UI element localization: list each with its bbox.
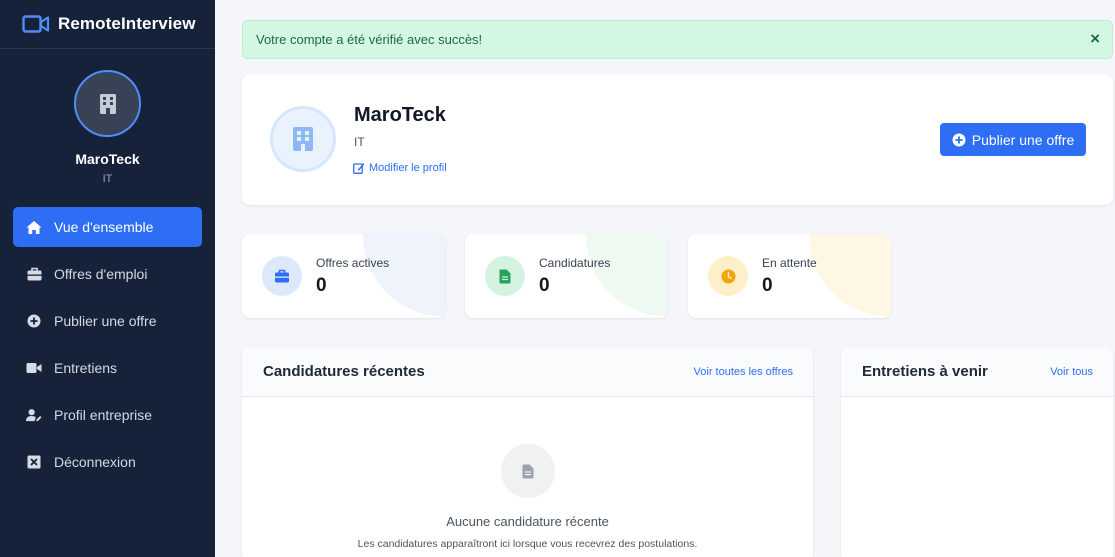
decorative-arc	[363, 234, 445, 316]
recent-applications-panel: Candidatures récentes Voir toutes les of…	[242, 347, 813, 557]
profile-card: MaroTeck IT Modifier le profil Publier u…	[242, 74, 1113, 205]
file-icon	[485, 256, 525, 296]
company-avatar	[270, 106, 336, 172]
sidebar: RemoteInterview MaroTeck IT Vue d'ensemb…	[0, 0, 215, 557]
sidebar-user-name: MaroTeck	[75, 151, 140, 167]
panel-title: Entretiens à venir	[862, 363, 988, 380]
home-icon	[26, 219, 42, 235]
sidebar-item-label: Offres d'emploi	[54, 266, 148, 282]
sidebar-item-overview[interactable]: Vue d'ensemble	[13, 207, 202, 247]
building-icon	[293, 127, 313, 151]
panel-header: Candidatures récentes Voir toutes les of…	[242, 347, 813, 397]
sidebar-item-label: Profil entreprise	[54, 407, 153, 423]
empty-state-subtitle: Les candidatures apparaîtront ici lorsqu…	[357, 538, 698, 550]
upcoming-interviews-panel: Entretiens à venir Voir tous	[841, 347, 1113, 557]
sidebar-item-label: Publier une offre	[54, 313, 157, 329]
sidebar-item-logout[interactable]: Déconnexion	[13, 442, 202, 482]
stat-value: 0	[539, 275, 550, 296]
stat-card-pending: En attente 0	[688, 234, 891, 318]
stat-card-applications: Candidatures 0	[465, 234, 668, 318]
stat-value: 0	[316, 275, 327, 296]
panel-title: Candidatures récentes	[263, 363, 425, 380]
clock-icon	[708, 256, 748, 296]
sidebar-item-interviews[interactable]: Entretiens	[13, 348, 202, 388]
sidebar-item-label: Entretiens	[54, 360, 118, 376]
panel-header: Entretiens à venir Voir tous	[841, 347, 1113, 397]
company-sector: IT	[354, 135, 365, 149]
sidebar-item-company-profile[interactable]: Profil entreprise	[13, 395, 202, 435]
view-all-interviews-link[interactable]: Voir tous	[1050, 366, 1093, 378]
sidebar-item-publish-offer[interactable]: Publier une offre	[13, 301, 202, 341]
publish-offer-button[interactable]: Publier une offre	[940, 123, 1086, 156]
stat-label: Candidatures	[539, 256, 611, 270]
alert-message: Votre compte a été vérifié avec succès!	[256, 32, 483, 47]
briefcase-icon	[26, 266, 42, 282]
file-icon	[501, 444, 555, 498]
view-all-offers-link[interactable]: Voir toutes les offres	[694, 366, 793, 378]
building-icon	[99, 93, 116, 114]
video-camera-icon	[22, 15, 50, 33]
user-edit-icon	[26, 407, 42, 423]
sidebar-item-job-offers[interactable]: Offres d'emploi	[13, 254, 202, 294]
decorative-arc	[809, 234, 891, 316]
video-icon	[26, 360, 42, 376]
edit-profile-label: Modifier le profil	[369, 162, 447, 174]
success-alert: Votre compte a été vérifié avec succès! …	[242, 20, 1113, 59]
stat-value: 0	[762, 275, 773, 296]
empty-state-title: Aucune candidature récente	[446, 514, 609, 529]
sidebar-user-sector: IT	[102, 173, 113, 185]
sidebar-item-label: Vue d'ensemble	[54, 219, 154, 235]
sidebar-item-label: Déconnexion	[54, 454, 136, 470]
avatar	[74, 70, 141, 137]
brand-name: RemoteInterview	[58, 14, 196, 33]
plus-circle-icon	[26, 313, 42, 329]
stat-label: En attente	[762, 256, 817, 270]
edit-profile-link[interactable]: Modifier le profil	[353, 162, 447, 174]
plus-circle-icon	[952, 133, 966, 146]
brand[interactable]: RemoteInterview	[0, 0, 215, 49]
briefcase-icon	[262, 256, 302, 296]
decorative-arc	[586, 234, 668, 316]
publish-offer-label: Publier une offre	[971, 131, 1075, 148]
company-name: MaroTeck	[354, 104, 446, 126]
close-icon[interactable]: ×	[1090, 30, 1100, 48]
logout-icon	[26, 454, 42, 470]
sidebar-nav: Vue d'ensemble Offres d'emploi Publier u…	[13, 207, 202, 489]
stat-label: Offres actives	[316, 256, 390, 270]
edit-icon	[353, 163, 365, 174]
stat-card-active-offers: Offres actives 0	[242, 234, 445, 318]
